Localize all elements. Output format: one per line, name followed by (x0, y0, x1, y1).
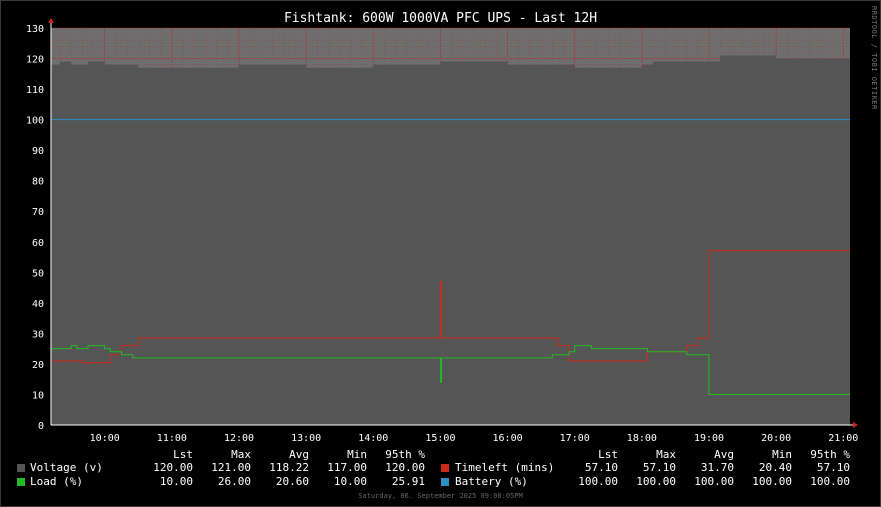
legend-swatch-battery (441, 478, 449, 486)
legend-header-95th-right: 95th % (810, 448, 850, 461)
legend-load-min: 10.00 (333, 475, 367, 488)
y-tick-label: 10 (32, 390, 44, 401)
chart-plot: 0 10 20 30 40 50 60 70 80 90 100 110 120 130 10:00 11:0… (26, 18, 858, 444)
x-tick-label: 20:00 (761, 433, 791, 444)
legend-voltage-min: 117.00 (327, 461, 367, 474)
y-tick-label: 120 (26, 55, 44, 66)
legend-battery-lst: 100.00 (578, 475, 618, 488)
legend-timeleft-95th: 57.10 (816, 461, 850, 474)
legend-load-lst: 10.00 (159, 475, 193, 488)
x-tick-label: 14:00 (358, 433, 388, 444)
y-tick-label: 40 (32, 299, 44, 310)
x-tick-label: 15:00 (425, 433, 455, 444)
legend-header-max: Max (231, 448, 251, 461)
legend-swatch-load (17, 478, 25, 486)
legend-voltage-95th: 120.00 (385, 461, 425, 474)
legend-timeleft-min: 20.40 (758, 461, 792, 474)
y-tick-label: 110 (26, 85, 44, 96)
legend-name-voltage: Voltage (v) (30, 461, 103, 474)
series-area-voltage (51, 55, 850, 425)
x-tick-label: 19:00 (694, 433, 724, 444)
x-tick-label: 12:00 (224, 433, 254, 444)
legend-header-avg: Avg (289, 448, 309, 461)
y-tick-label: 30 (32, 329, 44, 340)
y-axis-arrow-icon (48, 18, 54, 23)
legend-load-avg: 20.60 (275, 475, 309, 488)
legend-timeleft-max: 57.10 (642, 461, 676, 474)
x-tick-label: 17:00 (560, 433, 590, 444)
x-tick-label: 21:00 (828, 433, 858, 444)
legend-header-min-right: Min (772, 448, 792, 461)
y-tick-label: 20 (32, 360, 44, 371)
y-tick-label: 0 (38, 421, 44, 432)
legend-header-avg-right: Avg (714, 448, 734, 461)
x-tick-label: 11:00 (157, 433, 187, 444)
y-tick-label: 80 (32, 177, 44, 188)
legend-header-lst-right: Lst (598, 448, 618, 461)
legend-voltage-max: 121.00 (211, 461, 251, 474)
legend-load-95th: 25.91 (391, 475, 425, 488)
legend-name-load: Load (%) (30, 475, 83, 488)
legend-timeleft-lst: 57.10 (584, 461, 618, 474)
y-tick-label: 90 (32, 146, 44, 157)
x-axis-arrow-icon (853, 422, 858, 428)
legend-battery-95th: 100.00 (810, 475, 850, 488)
legend-voltage-lst: 120.00 (153, 461, 193, 474)
legend-voltage-avg: 118.22 (269, 461, 309, 474)
x-tick-label: 16:00 (493, 433, 523, 444)
y-tick-label: 70 (32, 207, 44, 218)
x-tick-label: 10:00 (90, 433, 120, 444)
legend-battery-min: 100.00 (752, 475, 792, 488)
legend-timeleft-avg: 31.70 (700, 461, 734, 474)
legend-load-max: 26.00 (217, 475, 251, 488)
y-tick-label: 100 (26, 116, 44, 127)
legend-header-max-right: Max (656, 448, 676, 461)
x-tick-label: 13:00 (291, 433, 321, 444)
x-tick-label: 18:00 (627, 433, 657, 444)
legend-swatch-voltage (17, 464, 25, 472)
legend-header-95th: 95th % (385, 448, 425, 461)
y-tick-label: 60 (32, 238, 44, 249)
legend-swatch-timeleft (441, 464, 449, 472)
legend-battery-avg: 100.00 (694, 475, 734, 488)
legend-name-timeleft: Timeleft (mins) (455, 461, 555, 474)
y-tick-label: 50 (32, 268, 44, 279)
legend-header-min: Min (347, 448, 367, 461)
y-tick-label: 130 (26, 24, 44, 35)
legend-name-battery: Battery (%) (455, 475, 528, 488)
legend-header-lst: Lst (173, 448, 193, 461)
render-timestamp: Saturday, 06. September 2025 09:00:05PM (358, 492, 523, 500)
legend-battery-max: 100.00 (636, 475, 676, 488)
